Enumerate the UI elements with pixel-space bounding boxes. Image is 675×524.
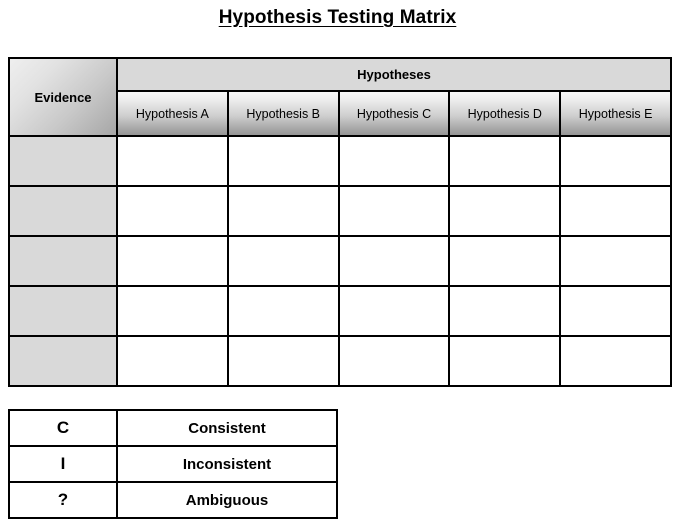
matrix-cell[interactable] [116, 185, 229, 237]
evidence-cell[interactable] [8, 235, 118, 287]
legend-label-consistent: Consistent [116, 409, 338, 447]
legend-row: C Consistent [8, 409, 338, 447]
matrix-cell[interactable] [337, 235, 451, 287]
matrix-cell[interactable] [226, 235, 340, 287]
column-header-hypothesis-a: Hypothesis A [116, 90, 229, 137]
matrix-cell[interactable] [226, 135, 340, 187]
page-title: Hypothesis Testing Matrix [0, 6, 675, 30]
matrix-cell[interactable] [337, 335, 451, 387]
matrix-header-row-group: Evidence Hypotheses [8, 57, 672, 137]
matrix-cell[interactable] [448, 235, 562, 287]
column-header-hypothesis-e: Hypothesis E [559, 90, 672, 137]
legend-row: I Inconsistent [8, 445, 338, 483]
column-header-hypothesis-d: Hypothesis D [448, 90, 562, 137]
matrix-cell[interactable] [559, 185, 672, 237]
matrix-cell[interactable] [337, 135, 451, 187]
legend-symbol-ambiguous: ? [8, 481, 118, 519]
evidence-cell[interactable] [8, 335, 118, 387]
table-row [8, 135, 672, 187]
legend-label-ambiguous: Ambiguous [116, 481, 338, 519]
matrix-cell[interactable] [226, 285, 340, 337]
matrix-cell[interactable] [559, 135, 672, 187]
page-title-text: Hypothesis Testing Matrix [218, 7, 457, 28]
matrix-cell[interactable] [226, 335, 340, 387]
legend-label-inconsistent: Inconsistent [116, 445, 338, 483]
table-row [8, 235, 672, 287]
matrix-cell[interactable] [448, 335, 562, 387]
matrix-cell[interactable] [448, 135, 562, 187]
evidence-cell[interactable] [8, 285, 118, 337]
matrix-cell[interactable] [559, 285, 672, 337]
matrix-cell[interactable] [116, 135, 229, 187]
legend-row: ? Ambiguous [8, 481, 338, 519]
matrix-cell[interactable] [116, 285, 229, 337]
hypotheses-group-header: Hypotheses [116, 57, 672, 92]
legend-symbol-consistent: C [8, 409, 118, 447]
matrix-cell[interactable] [559, 335, 672, 387]
matrix-cell[interactable] [116, 235, 229, 287]
evidence-cell[interactable] [8, 185, 118, 237]
table-row [8, 185, 672, 237]
matrix-cell[interactable] [116, 335, 229, 387]
evidence-column-header: Evidence [8, 57, 118, 137]
matrix-cell[interactable] [448, 285, 562, 337]
matrix-cell[interactable] [226, 185, 340, 237]
matrix-cell[interactable] [448, 185, 562, 237]
matrix-cell[interactable] [559, 235, 672, 287]
table-row [8, 335, 672, 387]
column-header-hypothesis-c: Hypothesis C [337, 90, 451, 137]
matrix-cell[interactable] [337, 185, 451, 237]
matrix-cell[interactable] [337, 285, 451, 337]
hypothesis-matrix-table: Evidence Hypotheses Hypothesis A Hypothe… [8, 57, 672, 387]
legend-symbol-inconsistent: I [8, 445, 118, 483]
legend-table: C Consistent I Inconsistent ? Ambiguous [8, 409, 338, 519]
evidence-cell[interactable] [8, 135, 118, 187]
table-row [8, 285, 672, 337]
column-header-hypothesis-b: Hypothesis B [226, 90, 340, 137]
